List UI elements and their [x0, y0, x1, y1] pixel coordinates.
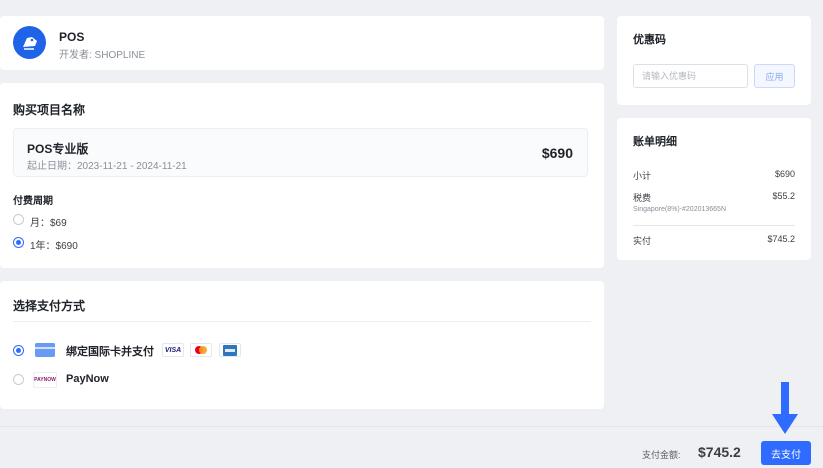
bill-paid-value: $745.2 — [767, 234, 795, 244]
bill-subtotal-label: 小计 — [633, 171, 652, 181]
coupon-input[interactable] — [633, 64, 748, 88]
bill-tax-row: 税费 $55.2 — [633, 191, 795, 204]
card-icon — [35, 343, 55, 357]
bill-paid-row: 实付 $745.2 — [633, 234, 795, 247]
app-info-card: POS 开发者: SHOPLINE — [0, 16, 604, 70]
app-name: POS — [59, 30, 85, 44]
amex-icon — [219, 343, 241, 357]
bill-paid-label: 实付 — [633, 236, 652, 246]
period-yearly-label[interactable]: 1年：$690 — [30, 237, 78, 252]
payment-title: 选择支付方式 — [13, 299, 86, 313]
coupon-title: 优惠码 — [633, 34, 666, 46]
bill-tax-value: $55.2 — [772, 191, 795, 201]
total-label: 支付金额: — [642, 450, 681, 460]
pay-card-radio[interactable] — [13, 345, 24, 356]
pay-card-label[interactable]: 绑定国际卡并支付 — [66, 343, 154, 359]
purchase-title: 购买项目名称 — [13, 103, 86, 117]
mastercard-icon — [190, 343, 212, 357]
bill-card: 账单明细 小计 $690 税费 $55.2 Singapore(8%)-#202… — [617, 118, 811, 260]
period-title: 付费周期 — [13, 196, 53, 207]
pay-button[interactable]: 去支付 — [761, 441, 811, 465]
coupon-card: 优惠码 应用 — [617, 16, 811, 105]
pay-paynow-label[interactable]: PayNow — [66, 373, 109, 385]
product-dates: 起止日期：2023-11-21 - 2024-11-21 — [27, 161, 187, 172]
bill-tax-label: 税费 — [633, 193, 652, 203]
bill-subtotal-value: $690 — [774, 169, 795, 179]
bill-subtotal-row: 小计 $690 — [633, 169, 795, 182]
product-box: POS专业版 起止日期：2023-11-21 - 2024-11-21 $690 — [13, 128, 588, 177]
coupon-apply-button[interactable]: 应用 — [754, 64, 795, 88]
purchase-card: 购买项目名称 POS专业版 起止日期：2023-11-21 - 2024-11-… — [0, 83, 604, 268]
period-monthly-radio[interactable] — [13, 214, 24, 225]
bill-tax-note: Singapore(8%)-#202013665N — [633, 206, 795, 213]
app-developer: 开发者: SHOPLINE — [59, 50, 146, 61]
total-amount: $745.2 — [698, 444, 741, 460]
period-yearly-radio[interactable] — [13, 237, 24, 248]
checkout-bar: 支付金额: $745.2 去支付 — [0, 426, 823, 468]
bill-title: 账单明细 — [633, 136, 677, 148]
pay-paynow-radio[interactable] — [13, 374, 24, 385]
product-name: POS专业版 — [27, 142, 89, 156]
arrow-down-icon — [772, 382, 798, 434]
visa-icon: VISA — [162, 343, 184, 357]
bill-tax-note-text: Singapore(8%)-#202013665N — [633, 206, 727, 213]
divider — [13, 321, 591, 322]
payment-card: 选择支付方式 绑定国际卡并支付 VISA PAYNOW PayNow — [0, 281, 604, 409]
product-price: $690 — [541, 145, 573, 161]
app-logo-icon — [13, 26, 46, 59]
period-monthly-label[interactable]: 月：$69 — [30, 214, 67, 229]
paynow-icon: PAYNOW — [33, 372, 57, 388]
divider — [633, 225, 795, 226]
